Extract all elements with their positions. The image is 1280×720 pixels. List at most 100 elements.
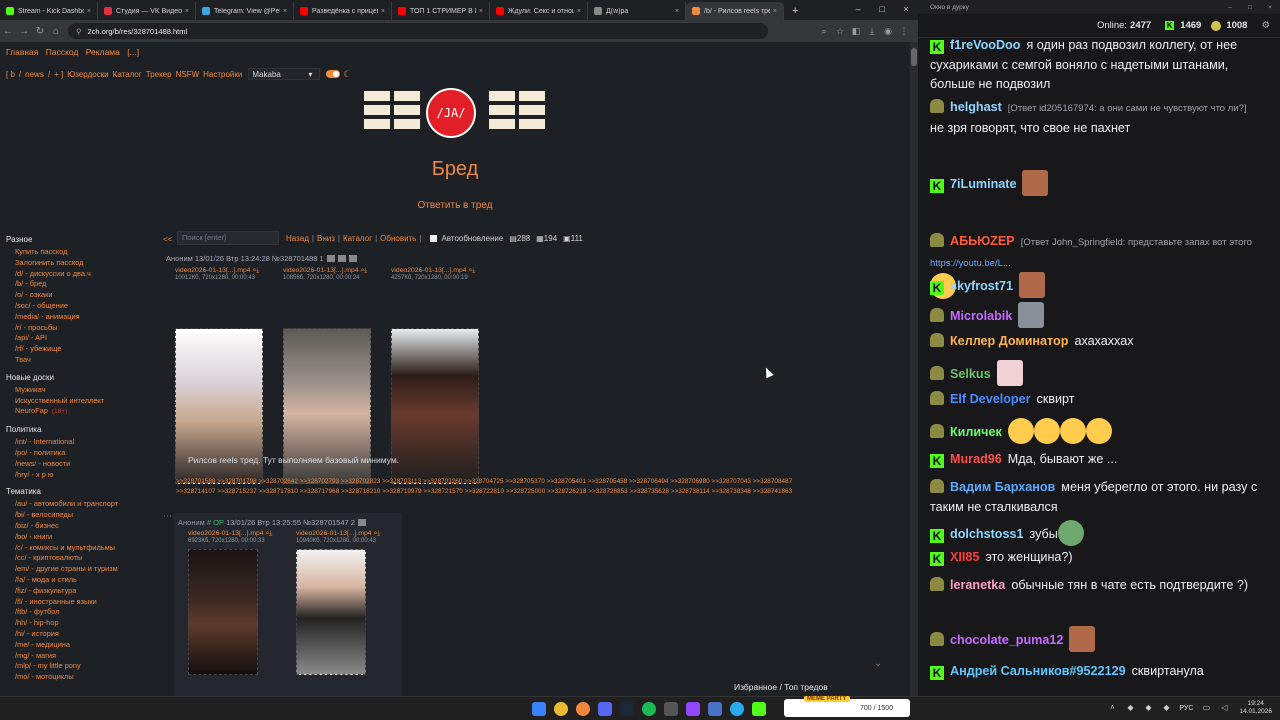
chat-username[interactable]: XII85	[950, 550, 979, 564]
file-name[interactable]: video2026-01-13[...].mp4	[283, 267, 359, 274]
sidebar-item[interactable]: /fa/ - мода и стиль	[6, 575, 158, 586]
link-more[interactable]: [...]	[127, 47, 139, 57]
sidebar-item[interactable]: /soc/ - общение	[6, 301, 158, 312]
extension-icon[interactable]: ◧	[848, 26, 864, 37]
chat-username[interactable]: Келлер Доминатор	[950, 334, 1068, 348]
sidebar-item[interactable]: /int/ - International	[6, 437, 158, 448]
language-indicator[interactable]: РУС	[1179, 705, 1193, 712]
link-userboards[interactable]: Юзердоски	[67, 70, 108, 79]
tab-vk[interactable]: Студия — VK Видео Li×	[98, 2, 196, 20]
reply-to-thread-link[interactable]: Ответить в тред	[0, 200, 910, 211]
kick-icon[interactable]	[752, 702, 766, 716]
chat-username[interactable]: АБЬЮZЕР	[950, 234, 1015, 248]
sidebar-item[interactable]: /c/ - комиксы и мультфильмы	[6, 543, 158, 554]
link-catalog[interactable]: Каталог	[113, 70, 142, 79]
chat-username[interactable]: Андрей Сальников#9522129	[950, 664, 1126, 678]
sidebar-item[interactable]: Купить пасскод	[6, 247, 158, 258]
sidebar-item[interactable]: /au/ - автомобили и транспорт	[6, 499, 158, 510]
chat-username[interactable]: Вадим Барханов	[950, 480, 1055, 494]
post-play-icon[interactable]	[348, 255, 357, 262]
link-home[interactable]: Главная	[6, 47, 38, 57]
meme-party-widget[interactable]: MEME PARTY 700 / 1500	[784, 696, 910, 717]
board-link-plus[interactable]: + ]	[54, 70, 63, 79]
close-icon[interactable]: ×	[577, 8, 581, 15]
sidebar-item[interactable]: /mlp/ - my little pony	[6, 661, 158, 672]
chat-link[interactable]: https://youtu.be/L...	[930, 258, 1011, 269]
back-icon[interactable]: ←	[0, 26, 16, 37]
start-icon[interactable]	[532, 702, 546, 716]
close-icon[interactable]: ×	[675, 8, 679, 15]
telegram-icon[interactable]	[730, 702, 744, 716]
chat-username[interactable]: chocolate_puma12	[950, 633, 1063, 647]
sidebar-item[interactable]: /me/ - медицина	[6, 640, 158, 651]
menu-icon[interactable]: ⋮	[896, 26, 912, 37]
tab-dura[interactable]: Д(w)ра ×	[588, 2, 686, 20]
scroll-down-icon[interactable]: ⌄	[874, 658, 882, 669]
tab-youtube-2[interactable]: ТОП 1 СТРИМЕР В МИ×	[392, 2, 490, 20]
link-ads[interactable]: Реклама	[86, 47, 120, 57]
new-tab-button[interactable]: +	[784, 2, 806, 20]
browser-icon[interactable]	[576, 702, 590, 716]
search-icon[interactable]: ⌕	[816, 26, 832, 37]
link-tracker[interactable]: Трекер	[146, 70, 172, 79]
chat-username[interactable]: helghast	[950, 100, 1002, 114]
link-passcode[interactable]: Пасскод	[46, 47, 79, 57]
sidebar-item[interactable]: /api/ - API	[6, 333, 158, 344]
chat-username[interactable]: dolchstoss1	[950, 527, 1023, 541]
chat-username[interactable]: 7iLuminate	[950, 177, 1016, 191]
tray-app-icon[interactable]: ◆	[1143, 703, 1153, 713]
obs-icon[interactable]	[686, 702, 700, 716]
sidebar-item[interactable]: /r/ - просьбы	[6, 323, 158, 334]
close-window-icon[interactable]: ×	[1260, 4, 1280, 11]
sidebar-item[interactable]: Залогинить пасскод	[6, 258, 158, 269]
app-icon[interactable]	[664, 702, 678, 716]
chrome-icon[interactable]	[554, 702, 568, 716]
tab-youtube-3[interactable]: Ждули. Секс и отноше×	[490, 2, 588, 20]
video-thumbnail[interactable]	[296, 549, 366, 675]
sidebar-item[interactable]: /mo/ - мотоциклы	[6, 672, 158, 683]
network-icon[interactable]: ▭	[1201, 703, 1211, 713]
link-settings[interactable]: Настройки	[203, 70, 242, 79]
chat-username[interactable]: leranetka	[950, 578, 1005, 592]
sidebar-item[interactable]: /bi/ - велосипеды	[6, 510, 158, 521]
close-icon[interactable]: ×	[87, 8, 91, 15]
spotify-icon[interactable]	[642, 702, 656, 716]
file-info[interactable]: video2026-01-13[...].mp4 ⌕⤓ 10012Кб, 720x…	[175, 267, 259, 281]
favorites-top-threads[interactable]: Избранное / Топ тредов	[734, 682, 828, 692]
site-info-icon[interactable]: ⚲	[76, 27, 82, 36]
post-play-icon[interactable]	[357, 519, 366, 526]
download-icon[interactable]: ⤓	[256, 267, 259, 274]
chat-username[interactable]: Microlabik	[950, 309, 1012, 323]
sidebar-item[interactable]: /mg/ - магия	[6, 651, 158, 662]
post-menu-icon[interactable]	[326, 255, 335, 262]
reload-icon[interactable]: ↻	[32, 26, 48, 37]
sidebar-item[interactable]: /o/ - оэкаки	[6, 290, 158, 301]
download-icon[interactable]: ⤓	[377, 530, 380, 537]
reply-links[interactable]: >>328701588 >>328701798 >>328702642 >>32…	[176, 477, 816, 496]
forward-icon[interactable]: →	[16, 26, 32, 37]
file-name[interactable]: video2026-01-13[...].mp4	[296, 530, 372, 537]
sidebar-item[interactable]: /fl/ - иностранные языки	[6, 597, 158, 608]
tray-app-icon[interactable]: ◆	[1125, 703, 1135, 713]
gear-icon[interactable]: ⚙	[1261, 20, 1270, 31]
theme-toggle[interactable]	[326, 70, 341, 78]
close-icon[interactable]: ×	[773, 8, 777, 15]
close-icon[interactable]: ×	[479, 8, 483, 15]
link-refresh[interactable]: Обновить	[380, 234, 416, 243]
tab-2ch-active[interactable]: /b/ - Рилсов reels тред ×	[686, 2, 784, 20]
sidebar-item[interactable]: /cc/ - криптовалюты	[6, 553, 158, 564]
board-link-news[interactable]: news	[25, 70, 44, 79]
style-select[interactable]: Makaba ▾	[248, 68, 321, 80]
sidebar-item[interactable]: /rf/ - убежище	[6, 344, 158, 355]
url-input[interactable]: ⚲ 2ch.org/b/res/328701488.html	[68, 23, 768, 39]
sidebar-item[interactable]: /news/ - новости	[6, 459, 158, 470]
sidebar-item[interactable]: /po/ - политика	[6, 448, 158, 459]
link-back[interactable]: Назад	[286, 234, 309, 243]
maximize-icon[interactable]: □	[1240, 4, 1260, 11]
collapse-sidebar-icon[interactable]: <<	[163, 235, 172, 244]
chat-username[interactable]: Selkus	[950, 367, 991, 381]
chat-username[interactable]: Elf Developer	[950, 392, 1031, 406]
sidebar-item[interactable]: /hi/ - история	[6, 629, 158, 640]
video-player-icon[interactable]	[708, 702, 722, 716]
file-info[interactable]: video2026-01-13[...].mp4 ⌕⤓ 10858б, 720x1…	[283, 267, 367, 281]
